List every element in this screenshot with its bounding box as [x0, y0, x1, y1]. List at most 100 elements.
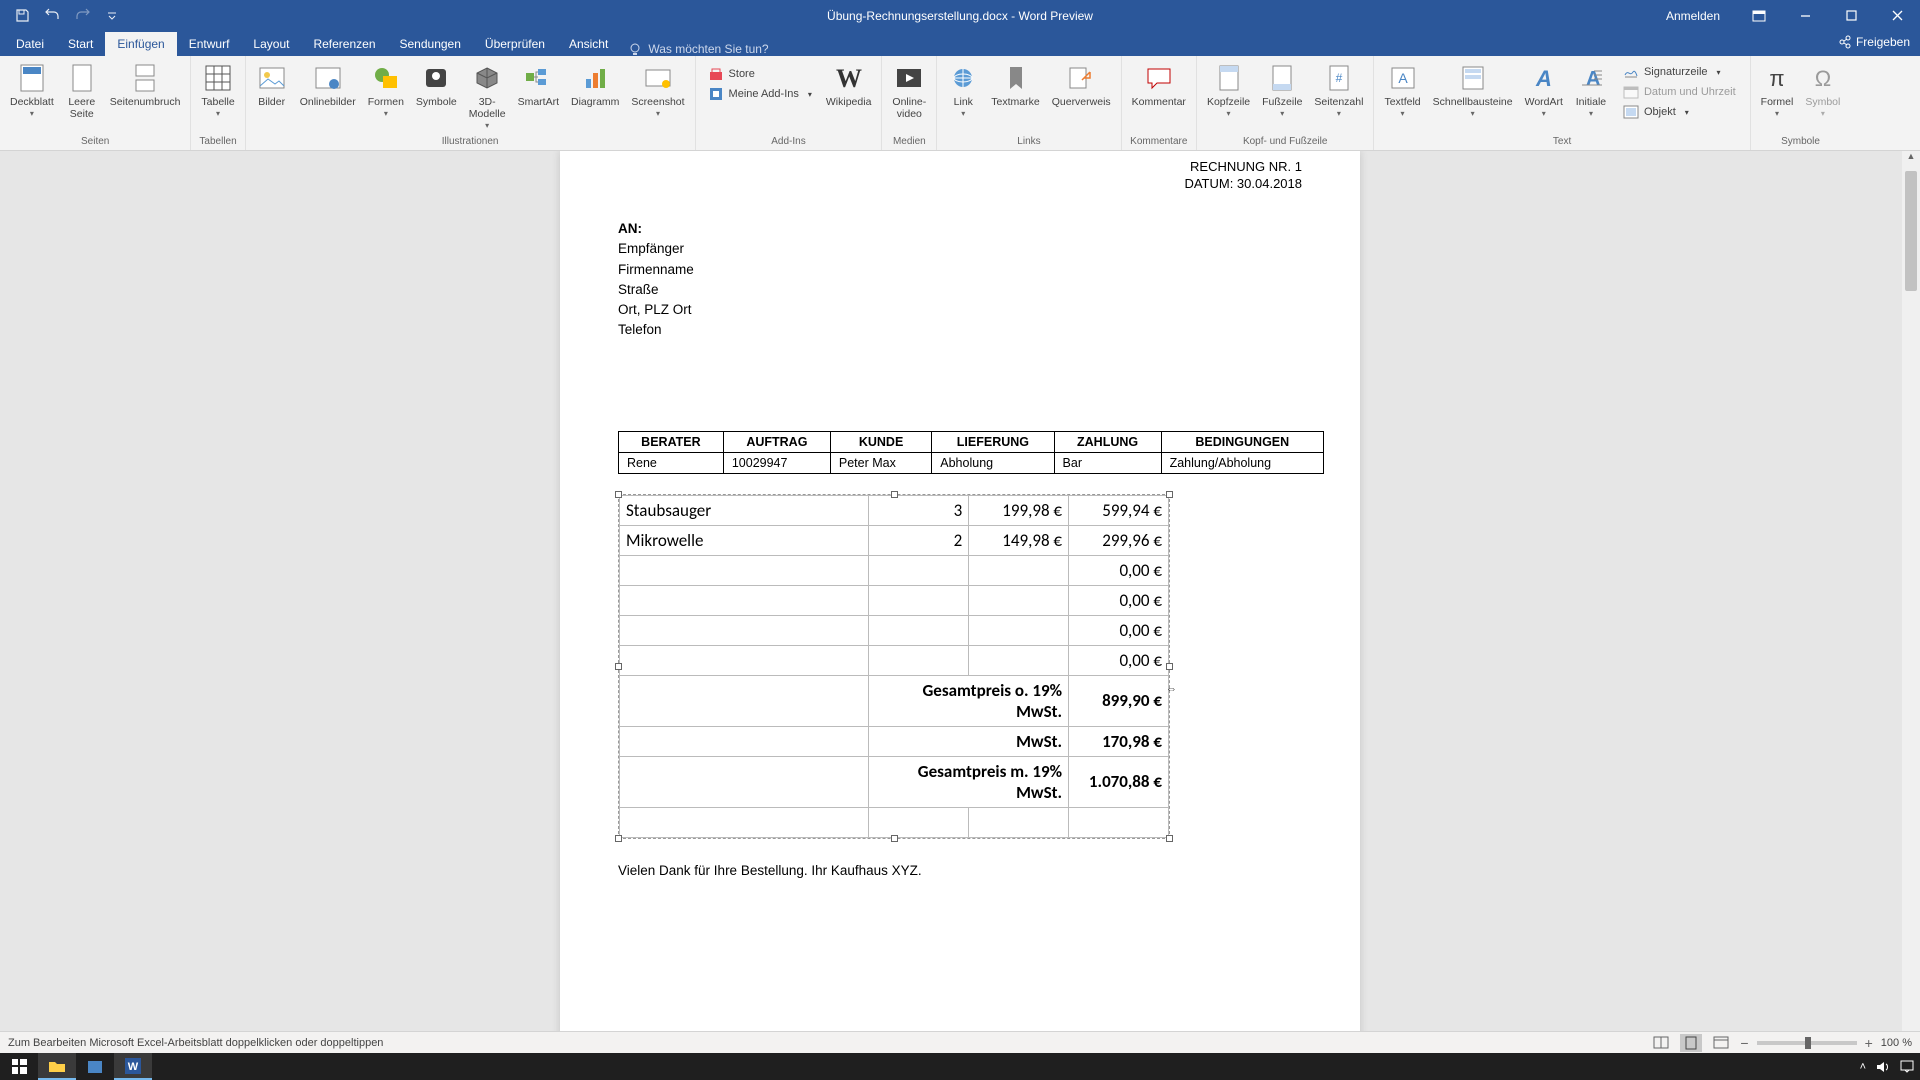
- group-symbole: πFormel▾ ΩSymbol▾ Symbole: [1751, 56, 1851, 150]
- formel-button[interactable]: πFormel▾: [1755, 60, 1800, 120]
- table-row: BERATER AUFTRAG KUNDE LIEFERUNG ZAHLUNG …: [619, 431, 1324, 452]
- tellme-search[interactable]: Was möchten Sie tun?: [628, 42, 768, 56]
- save-icon[interactable]: [14, 8, 30, 24]
- resize-handle[interactable]: [891, 491, 898, 498]
- tab-layout[interactable]: Layout: [241, 32, 301, 56]
- kopfzeile-button[interactable]: Kopfzeile▾: [1201, 60, 1256, 120]
- textmarke-button[interactable]: Textmarke: [985, 60, 1045, 110]
- vertical-scrollbar[interactable]: ▲ ▼: [1902, 151, 1920, 1053]
- onlinevideo-button[interactable]: Online- video: [886, 60, 932, 122]
- symbol-button[interactable]: ΩSymbol▾: [1799, 60, 1846, 120]
- taskbar: W ˄: [0, 1053, 1920, 1080]
- undo-icon[interactable]: [44, 8, 60, 24]
- table-row: Rene 10029947 Peter Max Abholung Bar Zah…: [619, 452, 1324, 473]
- symbole-button[interactable]: Symbole: [410, 60, 463, 110]
- meine-addins-button[interactable]: Meine Add-Ins▾: [702, 84, 818, 104]
- video-icon: [893, 62, 925, 94]
- fusszeile-button[interactable]: Fußzeile▾: [1256, 60, 1308, 120]
- taskbar-app[interactable]: [76, 1053, 114, 1080]
- querverweis-button[interactable]: Querverweis: [1046, 60, 1117, 110]
- signin-link[interactable]: Anmelden: [1650, 9, 1736, 23]
- signatur-button[interactable]: Signaturzeile▾: [1617, 62, 1742, 82]
- resize-handle[interactable]: [891, 835, 898, 842]
- svg-text:#: #: [1336, 71, 1343, 85]
- minimize-icon[interactable]: [1782, 0, 1828, 31]
- initiale-button[interactable]: AInitiale▾: [1569, 60, 1613, 120]
- wikipedia-button[interactable]: WWikipedia: [820, 60, 878, 110]
- ribbon-display-icon[interactable]: [1736, 0, 1782, 31]
- resize-handle[interactable]: [615, 491, 622, 498]
- deckblatt-button[interactable]: Deckblatt▾: [4, 60, 60, 120]
- tray-notifications-icon[interactable]: [1900, 1060, 1914, 1073]
- page-break-icon: [129, 62, 161, 94]
- table-row: Gesamtpreis m. 19% MwSt. 1.070,88 €: [620, 756, 1169, 807]
- thanks-text: Vielen Dank für Ihre Bestellung. Ihr Kau…: [618, 863, 1302, 878]
- resize-handle[interactable]: [1166, 491, 1173, 498]
- web-layout-icon[interactable]: [1710, 1034, 1732, 1052]
- scroll-up-icon[interactable]: ▲: [1902, 151, 1920, 169]
- seitenzahl-button[interactable]: #Seitenzahl▾: [1308, 60, 1369, 120]
- wordart-icon: A: [1528, 62, 1560, 94]
- textfeld-button[interactable]: ATextfeld▾: [1378, 60, 1426, 120]
- blank-page-button[interactable]: Leere Seite: [60, 60, 104, 122]
- status-hint: Zum Bearbeiten Microsoft Excel-Arbeitsbl…: [8, 1037, 383, 1049]
- read-mode-icon[interactable]: [1650, 1034, 1672, 1052]
- tab-ansicht[interactable]: Ansicht: [557, 32, 620, 56]
- smartart-button[interactable]: SmartArt: [512, 60, 565, 110]
- screenshot-button[interactable]: Screenshot▾: [625, 60, 690, 120]
- maximize-icon[interactable]: [1828, 0, 1874, 31]
- resize-handle[interactable]: [615, 663, 622, 670]
- tab-referenzen[interactable]: Referenzen: [301, 32, 387, 56]
- embedded-excel-object[interactable]: ⇔ Staubsauger 3 199,98 € 599,94 €Mikrowe…: [618, 494, 1170, 839]
- addins-icon: [708, 86, 724, 102]
- quickparts-icon: [1457, 62, 1489, 94]
- wordart-button[interactable]: AWordArt▾: [1519, 60, 1569, 120]
- svg-text:π: π: [1769, 66, 1784, 91]
- zoom-slider[interactable]: [1757, 1041, 1857, 1045]
- system-tray[interactable]: ˄: [1860, 1060, 1914, 1073]
- document-page[interactable]: RECHNUNG NR. 1 DATUM: 30.04.2018 AN: Emp…: [560, 151, 1360, 1053]
- onlinebilder-button[interactable]: Onlinebilder: [294, 60, 362, 110]
- tray-chevron-icon[interactable]: ˄: [1860, 1061, 1866, 1073]
- kommentar-button[interactable]: Kommentar: [1126, 60, 1192, 110]
- tab-ueberpruefen[interactable]: Überprüfen: [473, 32, 557, 56]
- zoom-level[interactable]: 100 %: [1881, 1037, 1912, 1049]
- link-button[interactable]: Link▾: [941, 60, 985, 120]
- online-pictures-icon: [312, 62, 344, 94]
- taskbar-explorer[interactable]: [38, 1053, 76, 1080]
- tab-entwurf[interactable]: Entwurf: [177, 32, 242, 56]
- objekt-button[interactable]: Objekt▾: [1617, 102, 1742, 122]
- taskbar-word[interactable]: W: [114, 1053, 152, 1080]
- page-break-button[interactable]: Seitenumbruch: [104, 60, 187, 110]
- zoom-out-icon[interactable]: −: [1740, 1035, 1748, 1051]
- tab-einfuegen[interactable]: Einfügen: [105, 32, 176, 56]
- share-button[interactable]: Freigeben: [1838, 35, 1910, 49]
- group-illustrationen: Bilder Onlinebilder Formen▾ Symbole 3D- …: [246, 56, 696, 150]
- tray-volume-icon[interactable]: [1876, 1061, 1890, 1073]
- svg-text:W: W: [128, 1061, 139, 1073]
- print-layout-icon[interactable]: [1680, 1034, 1702, 1052]
- resize-handle[interactable]: [615, 835, 622, 842]
- tabelle-button[interactable]: Tabelle▾: [195, 60, 240, 120]
- start-button[interactable]: [0, 1053, 38, 1080]
- close-icon[interactable]: [1874, 0, 1920, 31]
- schnellbausteine-button[interactable]: Schnellbausteine▾: [1427, 60, 1519, 120]
- diagramm-button[interactable]: Diagramm: [565, 60, 625, 110]
- wikipedia-icon: W: [833, 62, 865, 94]
- statusbar: Zum Bearbeiten Microsoft Excel-Arbeitsbl…: [0, 1031, 1920, 1053]
- blank-page-icon: [66, 62, 98, 94]
- qat-customize-icon[interactable]: [104, 8, 120, 24]
- resize-handle[interactable]: [1166, 663, 1173, 670]
- zoom-in-icon[interactable]: +: [1865, 1035, 1873, 1051]
- formen-button[interactable]: Formen▾: [362, 60, 410, 120]
- tab-datei[interactable]: Datei: [4, 32, 56, 56]
- datum-button[interactable]: Datum und Uhrzeit: [1617, 82, 1742, 102]
- resize-handle[interactable]: [1166, 835, 1173, 842]
- redo-icon[interactable]: [74, 8, 90, 24]
- bilder-button[interactable]: Bilder: [250, 60, 294, 110]
- tab-start[interactable]: Start: [56, 32, 105, 56]
- store-button[interactable]: Store: [702, 64, 818, 84]
- scroll-thumb[interactable]: [1905, 171, 1917, 291]
- tab-sendungen[interactable]: Sendungen: [388, 32, 473, 56]
- 3dmodelle-button[interactable]: 3D- Modelle▾: [463, 60, 512, 132]
